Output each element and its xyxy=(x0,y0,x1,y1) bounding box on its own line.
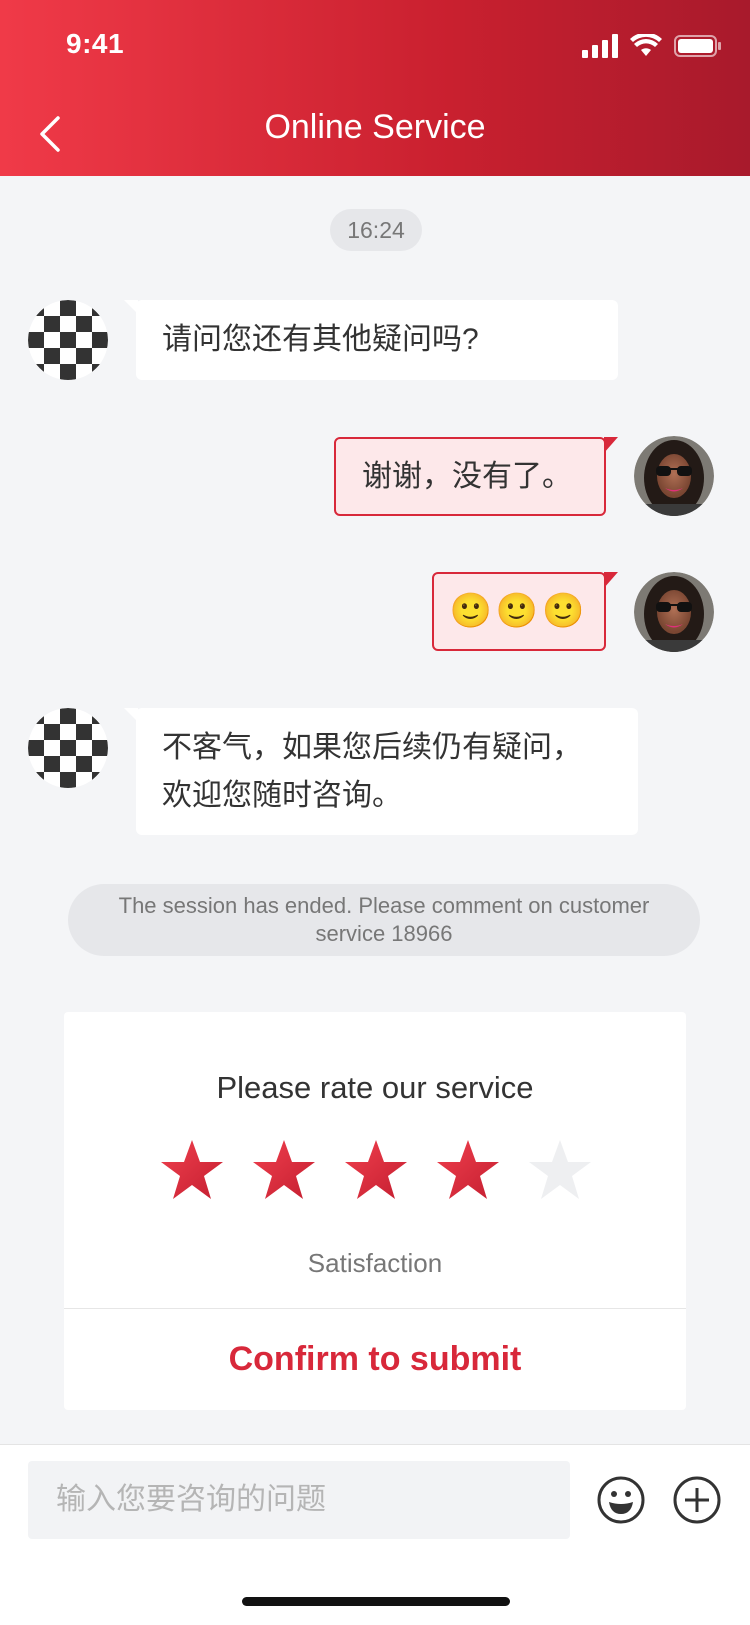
chat-timestamp: 16:24 xyxy=(330,209,422,251)
confirm-submit-button[interactable]: Confirm to submit xyxy=(64,1309,686,1410)
header: 9:41 Online Service xyxy=(0,0,750,176)
rating-title: Please rate our service xyxy=(216,1070,534,1105)
message-line: 欢迎您随时咨询。 xyxy=(162,779,402,812)
emoji-message-text: 🙂🙂🙂 xyxy=(449,591,589,631)
message-text: 请问您还有其他疑问吗? xyxy=(162,323,479,356)
user-avatar xyxy=(634,436,714,516)
session-ended-notice: The session has ended. Please comment on… xyxy=(68,884,700,956)
star-empty-icon[interactable] xyxy=(528,1138,592,1202)
agent-avatar xyxy=(28,708,108,788)
satisfaction-label: Satisfaction xyxy=(307,1248,443,1278)
signal-icon xyxy=(582,34,618,58)
wifi-icon xyxy=(630,34,662,56)
star-icon[interactable] xyxy=(436,1138,500,1202)
page-title: Online Service xyxy=(264,108,486,146)
checkerboard-avatar-icon xyxy=(28,300,108,380)
input-bar xyxy=(0,1444,750,1625)
user-message-bubble: 🙂🙂🙂 xyxy=(432,572,618,651)
star-icon[interactable] xyxy=(160,1138,224,1202)
battery-icon xyxy=(674,35,721,57)
user-photo-icon xyxy=(634,436,714,516)
star-icon[interactable] xyxy=(252,1138,316,1202)
agent-avatar xyxy=(28,300,108,380)
star-rating xyxy=(160,1138,592,1202)
user-message-bubble: 谢谢，没有了。 xyxy=(334,437,618,516)
message-input[interactable] xyxy=(28,1461,570,1539)
rating-card: Please rate our service Satisfaction Con… xyxy=(64,1012,686,1410)
user-avatar xyxy=(634,572,714,652)
status-time: 9:41 xyxy=(66,28,125,59)
emoji-icon[interactable] xyxy=(596,1475,646,1525)
agent-message-bubble: 请问您还有其他疑问吗? xyxy=(124,300,618,380)
star-icon[interactable] xyxy=(344,1138,408,1202)
checkerboard-avatar-icon xyxy=(28,708,108,788)
message-line: 不客气，如果您后续仍有疑问， xyxy=(162,731,582,764)
message-text: 谢谢，没有了。 xyxy=(362,460,572,493)
status-icons xyxy=(582,30,722,62)
plus-icon[interactable] xyxy=(672,1475,722,1525)
user-photo-icon xyxy=(634,572,714,652)
agent-message-bubble: 不客气，如果您后续仍有疑问， 欢迎您随时咨询。 xyxy=(124,708,638,835)
session-ended-text: The session has ended. Please comment on… xyxy=(118,893,650,946)
home-indicator xyxy=(242,1597,510,1606)
